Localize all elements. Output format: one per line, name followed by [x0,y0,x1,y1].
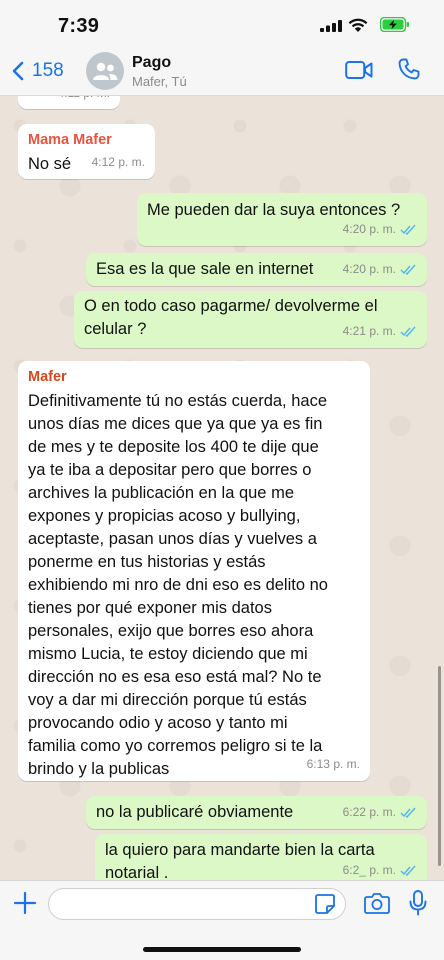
microphone-icon[interactable] [408,890,428,916]
double-check-icon [400,807,416,818]
message-text-line: personales, exijo que borres eso ahora [28,622,314,640]
message-time: 6:13 p. m. [306,757,360,771]
double-check-icon [400,326,416,337]
message-time: 4:21 p. m. [343,320,417,343]
message-bubble-outgoing[interactable]: O en todo caso pagarme/ devolverme el ce… [74,291,427,348]
message-text-line: exhibiendo mi nro de dni eso es delito n… [28,576,328,594]
message-text-line: aceptaste, pasan unos días y vuelves a [28,530,317,548]
home-indicator [143,947,301,952]
message-bubble-incoming[interactable]: · 4:11 p. m. [18,96,120,109]
sticker-icon[interactable] [314,893,336,915]
message-time: 6:22 p. m. [343,801,417,824]
message-bubble-outgoing[interactable]: no la publicaré obviamente 6:22 p. m. [86,796,427,829]
cellular-signal-icon [320,20,342,32]
wifi-icon [348,18,368,32]
message-input[interactable] [48,888,346,920]
video-call-icon[interactable] [345,60,373,80]
message-time: 4:11 p. m. [58,96,110,105]
double-check-icon [400,264,416,275]
message-text-line: mismo Lucia, te estoy diciendo que mi [28,645,308,663]
status-time: 7:39 [58,15,100,37]
message-sender: Mafer [28,369,67,385]
message-bubble-outgoing[interactable]: la quiero para mandarte bien la carta no… [95,834,427,880]
chat-title[interactable]: Pago [132,54,171,72]
plus-icon[interactable] [13,891,37,915]
message-text-line: ponerme en tus historias y estás [28,553,266,571]
message-text-line: tienes por qué exponer mis datos [28,599,272,617]
group-avatar[interactable] [86,52,124,90]
message-text-line: O en todo caso pagarme/ devolverme el [84,297,378,315]
back-chevron-icon [12,61,24,81]
double-check-icon [400,865,416,876]
message-bubble-outgoing[interactable]: Me pueden dar la suya entonces ? 4:20 p.… [137,193,427,246]
message-text-line: archives la publicación en la que me [28,484,294,502]
message-text-line: unos días me dices que ya que ya es fin [28,415,323,433]
message-text-line: de mes y te deposite los 400 te dije que [28,438,319,456]
group-avatar-icon [93,62,118,80]
status-bar: 7:39 [0,0,444,48]
chat-messages[interactable]: · 4:11 p. m. Mama Mafer No sé 4:12 p. m.… [0,96,444,880]
message-text-line: voy a dar mi dirección porque tú estás [28,691,307,709]
message-text-line: provocando odio y acoso y tanto mi [28,714,288,732]
phone-call-icon[interactable] [397,57,421,81]
scrollbar[interactable] [438,666,441,866]
message-sender: Mama Mafer [28,132,112,148]
battery-charging-icon [380,17,409,32]
message-text-line: Definitivamente tú no estás cuerda, hace [28,392,328,410]
message-bubble-incoming[interactable]: Mama Mafer No sé 4:12 p. m. [18,124,155,179]
message-text-line: ya te iba a depositar pero que borres o [28,461,312,479]
message-text: · [28,96,34,99]
message-bubble-outgoing[interactable]: Esa es la que sale en internet 4:20 p. m… [86,253,427,286]
camera-icon[interactable] [364,892,390,914]
message-time: 4:12 p. m. [91,155,145,169]
message-input-bar [0,880,444,960]
chat-participants[interactable]: Mafer, Tú [132,74,187,89]
message-bubble-incoming[interactable]: Mafer Definitivamente tú no estás cuerda… [18,361,370,781]
message-text-line: dirección no es esa eso está mal? No te [28,668,322,686]
double-check-icon [400,224,416,235]
message-time: 4:20 p. m. [343,258,417,281]
message-time: 4:20 p. m. [343,218,417,241]
back-button[interactable]: 158 [12,58,64,84]
chat-header: 158 Pago Mafer, Tú [0,48,444,96]
unread-count: 158 [32,60,64,81]
message-text-line: expones y propicias acoso y bullying, [28,507,301,525]
message-time: 6:2_ p. m. [343,859,417,880]
